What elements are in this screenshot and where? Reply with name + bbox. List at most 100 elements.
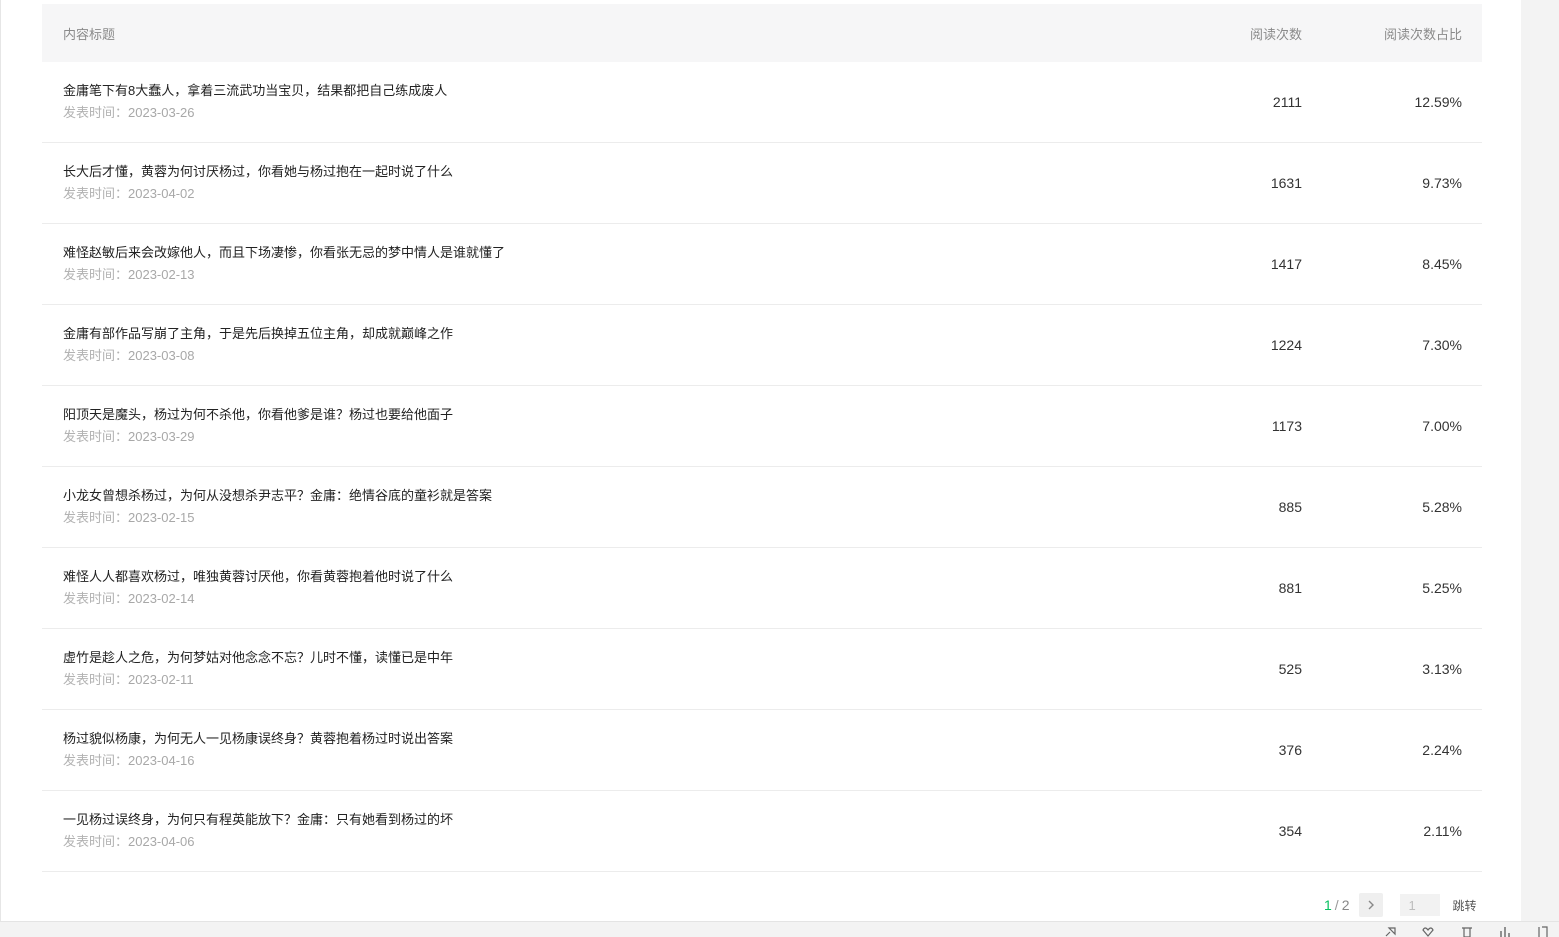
row-title-cell: 难怪人人都喜欢杨过，唯独黄蓉讨厌他，你看黄蓉抱着他时说了什么 发表时间：2023-… (42, 567, 1122, 609)
read-count: 354 (1278, 823, 1302, 839)
article-title[interactable]: 杨过貌似杨康，为何无人一见杨康误终身？黄蓉抱着杨过时说出答案 (63, 729, 1122, 749)
page-current: 1 (1324, 897, 1332, 913)
table-body: 金庸笔下有8大蠢人，拿着三流武功当宝贝，结果都把自己练成废人 发表时间：2023-… (42, 62, 1482, 872)
publish-date-value: 2023-02-15 (128, 510, 195, 525)
page-total: 2 (1341, 897, 1350, 913)
publish-date-value: 2023-02-13 (128, 267, 195, 282)
publish-date: 发表时间：2023-03-29 (63, 427, 1122, 447)
row-title-cell: 杨过貌似杨康，为何无人一见杨康误终身？黄蓉抱着杨过时说出答案 发表时间：2023-… (42, 729, 1122, 771)
row-title-cell: 小龙女曾想杀杨过，为何从没想杀尹志平？金庸：绝情谷底的童衫就是答案 发表时间：20… (42, 486, 1122, 528)
table-row: 金庸笔下有8大蠢人，拿着三流武功当宝贝，结果都把自己练成废人 发表时间：2023-… (42, 62, 1482, 143)
publish-date-label: 发表时间： (63, 429, 129, 444)
publish-date-value: 2023-04-02 (128, 186, 195, 201)
page-separator: / (1334, 897, 1339, 913)
table-header: 内容标题 阅读次数 阅读次数占比 (42, 4, 1482, 62)
read-count: 525 (1278, 661, 1302, 677)
read-ratio: 2.11% (1423, 823, 1462, 839)
table-row: 一见杨过误终身，为何只有程英能放下？金庸：只有她看到杨过的坏 发表时间：2023-… (42, 791, 1482, 872)
publish-date-value: 2023-02-14 (128, 591, 195, 606)
read-count: 376 (1278, 742, 1302, 758)
publish-date-label: 发表时间： (63, 348, 129, 363)
article-title[interactable]: 难怪人人都喜欢杨过，唯独黄蓉讨厌他，你看黄蓉抱着他时说了什么 (63, 567, 1122, 587)
next-page-button[interactable] (1359, 893, 1384, 917)
read-count: 2111 (1272, 94, 1302, 110)
row-title-cell: 虚竹是趁人之危，为何梦姑对他念念不忘？儿时不懂，读懂已是中年 发表时间：2023-… (42, 648, 1122, 690)
stats-icon[interactable] (1498, 926, 1512, 937)
article-title[interactable]: 阳顶天是魔头，杨过为何不杀他，你看他爹是谁？杨过也要给他面子 (63, 405, 1122, 425)
read-count: 881 (1278, 580, 1302, 596)
article-stats-table: 内容标题 阅读次数 阅读次数占比 金庸笔下有8大蠢人，拿着三流武功当宝贝，结果都… (42, 4, 1482, 872)
publish-date: 发表时间：2023-02-11 (63, 670, 1122, 690)
table-row: 长大后才懂，黄蓉为何讨厌杨过，你看她与杨过抱在一起时说了什么 发表时间：2023-… (42, 143, 1482, 224)
article-title[interactable]: 难怪赵敏后来会改嫁他人，而且下场凄惨，你看张无忌的梦中情人是谁就懂了 (63, 243, 1122, 263)
read-count: 1631 (1270, 175, 1302, 191)
header-title: 内容标题 (63, 26, 116, 42)
read-ratio: 12.59% (1414, 94, 1462, 110)
row-title-cell: 金庸有部作品写崩了主角，于是先后换掉五位主角，却成就巅峰之作 发表时间：2023-… (42, 324, 1122, 366)
publish-date-value: 2023-03-08 (128, 348, 195, 363)
article-title[interactable]: 长大后才懂，黄蓉为何讨厌杨过，你看她与杨过抱在一起时说了什么 (63, 162, 1122, 182)
table-row: 虚竹是趁人之危，为何梦姑对他念念不忘？儿时不懂，读懂已是中年 发表时间：2023-… (42, 629, 1482, 710)
publish-date: 发表时间：2023-04-02 (63, 184, 1122, 204)
table-row: 小龙女曾想杀杨过，为何从没想杀尹志平？金庸：绝情谷底的童衫就是答案 发表时间：20… (42, 467, 1482, 548)
table-row: 难怪人人都喜欢杨过，唯独黄蓉讨厌他，你看黄蓉抱着他时说了什么 发表时间：2023-… (42, 548, 1482, 629)
publish-date: 发表时间：2023-04-16 (63, 751, 1122, 771)
like-icon[interactable] (1421, 926, 1435, 937)
article-title[interactable]: 虚竹是趁人之危，为何梦姑对他念念不忘？儿时不懂，读懂已是中年 (63, 648, 1122, 668)
publish-date-label: 发表时间： (63, 105, 129, 120)
article-title[interactable]: 小龙女曾想杀杨过，为何从没想杀尹志平？金庸：绝情谷底的童衫就是答案 (63, 486, 1122, 506)
page-number-input[interactable] (1400, 894, 1441, 916)
publish-date: 发表时间：2023-04-06 (63, 832, 1122, 852)
read-count: 885 (1278, 499, 1302, 515)
publish-date-value: 2023-03-29 (128, 429, 195, 444)
chevron-right-icon (1368, 900, 1375, 910)
read-ratio: 3.13% (1422, 661, 1462, 677)
jump-button[interactable]: 跳转 (1452, 897, 1476, 914)
delete-icon[interactable] (1460, 926, 1474, 937)
table-row: 难怪赵敏后来会改嫁他人，而且下场凄惨，你看张无忌的梦中情人是谁就懂了 发表时间：2… (42, 224, 1482, 305)
publish-date-value: 2023-04-06 (128, 834, 195, 849)
article-title[interactable]: 金庸笔下有8大蠢人，拿着三流武功当宝贝，结果都把自己练成废人 (63, 81, 1122, 101)
publish-date: 发表时间：2023-02-13 (63, 265, 1122, 285)
publish-date-label: 发表时间： (63, 672, 129, 687)
article-title[interactable]: 金庸有部作品写崩了主角，于是先后换掉五位主角，却成就巅峰之作 (63, 324, 1122, 344)
row-title-cell: 金庸笔下有8大蠢人，拿着三流武功当宝贝，结果都把自己练成废人 发表时间：2023-… (42, 81, 1122, 123)
row-title-cell: 一见杨过误终身，为何只有程英能放下？金庸：只有她看到杨过的坏 发表时间：2023-… (42, 810, 1122, 852)
publish-date: 发表时间：2023-02-14 (63, 589, 1122, 609)
table-row: 杨过貌似杨康，为何无人一见杨康误终身？黄蓉抱着杨过时说出答案 发表时间：2023-… (42, 710, 1482, 791)
read-count: 1224 (1270, 337, 1302, 353)
read-ratio: 8.45% (1422, 256, 1462, 272)
publish-date: 发表时间：2023-03-08 (63, 346, 1122, 366)
pin-icon[interactable] (1383, 926, 1397, 937)
publish-date: 发表时间：2023-02-15 (63, 508, 1122, 528)
table-row: 阳顶天是魔头，杨过为何不杀他，你看他爹是谁？杨过也要给他面子 发表时间：2023-… (42, 386, 1482, 467)
publish-date-value: 2023-02-11 (128, 672, 194, 687)
table-row: 金庸有部作品写崩了主角，于是先后换掉五位主角，却成就巅峰之作 发表时间：2023-… (42, 305, 1482, 386)
read-ratio: 2.24% (1422, 742, 1462, 758)
publish-date-label: 发表时间： (63, 186, 129, 201)
publish-date-label: 发表时间： (63, 834, 129, 849)
content-panel: 内容标题 阅读次数 阅读次数占比 金庸笔下有8大蠢人，拿着三流武功当宝贝，结果都… (0, 0, 1522, 921)
read-ratio: 7.30% (1422, 337, 1462, 353)
read-count: 1417 (1270, 256, 1302, 272)
pagination: 1 / 2 跳转 (1291, 892, 1491, 918)
publish-date: 发表时间：2023-03-26 (63, 103, 1122, 123)
row-title-cell: 长大后才懂，黄蓉为何讨厌杨过，你看她与杨过抱在一起时说了什么 发表时间：2023-… (42, 162, 1122, 204)
header-reads[interactable]: 阅读次数 (1122, 24, 1302, 43)
publish-date-label: 发表时间： (63, 510, 129, 525)
bottom-toolbar (0, 921, 1559, 937)
publish-date-value: 2023-03-26 (128, 105, 195, 120)
row-title-cell: 难怪赵敏后来会改嫁他人，而且下场凄惨，你看张无忌的梦中情人是谁就懂了 发表时间：2… (42, 243, 1122, 285)
read-ratio: 7.00% (1422, 418, 1462, 434)
header-ratio[interactable]: 阅读次数占比 (1302, 24, 1482, 43)
publish-date-label: 发表时间： (63, 267, 129, 282)
publish-date-value: 2023-04-16 (128, 753, 195, 768)
publish-date-label: 发表时间： (63, 753, 129, 768)
read-count: 1173 (1271, 418, 1302, 434)
read-ratio: 5.28% (1422, 499, 1462, 515)
expand-icon[interactable] (1536, 926, 1550, 937)
publish-date-label: 发表时间： (63, 591, 129, 606)
read-ratio: 9.73% (1422, 175, 1462, 191)
article-title[interactable]: 一见杨过误终身，为何只有程英能放下？金庸：只有她看到杨过的坏 (63, 810, 1122, 830)
right-scroll-rail (1521, 0, 1559, 921)
